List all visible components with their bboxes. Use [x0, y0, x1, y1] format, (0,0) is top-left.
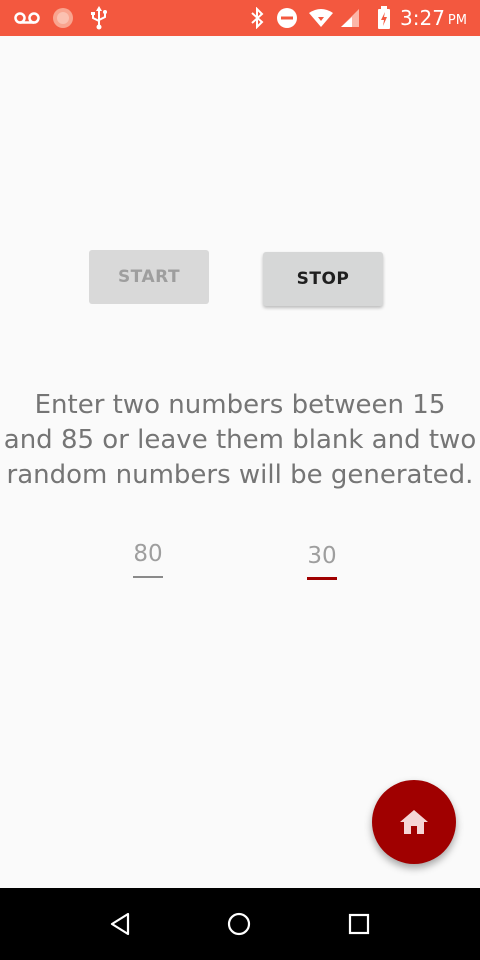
status-bar: 3:27 PM: [0, 0, 480, 36]
recents-icon: [348, 913, 370, 935]
usb-icon: [88, 0, 110, 36]
recents-button[interactable]: [329, 888, 389, 960]
notification-dot-icon: [52, 0, 74, 36]
screen: 3:27 PM START STOP Enter two numbers bet…: [0, 0, 480, 960]
second-number-underline: [307, 577, 337, 580]
do-not-disturb-icon: [275, 0, 299, 36]
wifi-icon: [307, 0, 335, 36]
back-button[interactable]: [90, 888, 150, 960]
second-number-field[interactable]: 30: [307, 540, 337, 580]
first-number-value: 80: [133, 541, 163, 567]
instruction-text: Enter two numbers between 15 and 85 or l…: [0, 388, 480, 493]
ampm-text: PM: [447, 12, 467, 28]
second-number-value: 30: [307, 543, 337, 569]
first-number-field[interactable]: 80: [133, 538, 163, 578]
stop-button[interactable]: STOP: [263, 252, 383, 306]
home-icon: [399, 809, 429, 835]
home-circle-icon: [227, 912, 251, 936]
status-time: 3:27 PM: [400, 0, 467, 36]
instruction-line-1: Enter two numbers between 15: [34, 390, 446, 420]
voicemail-icon: [13, 0, 41, 36]
battery-charging-icon: [374, 0, 394, 36]
home-fab-button[interactable]: [372, 780, 456, 864]
home-nav-button[interactable]: [209, 888, 269, 960]
navigation-bar: [0, 888, 480, 960]
bluetooth-icon: [247, 0, 267, 36]
signal-icon: [338, 0, 362, 36]
instruction-line-3: random numbers will be generated.: [6, 460, 474, 490]
first-number-underline: [133, 576, 163, 578]
start-button[interactable]: START: [89, 250, 209, 304]
instruction-line-2: and 85 or leave them blank and two: [3, 425, 477, 455]
back-icon: [109, 912, 131, 936]
clock-text: 3:27: [400, 6, 445, 30]
